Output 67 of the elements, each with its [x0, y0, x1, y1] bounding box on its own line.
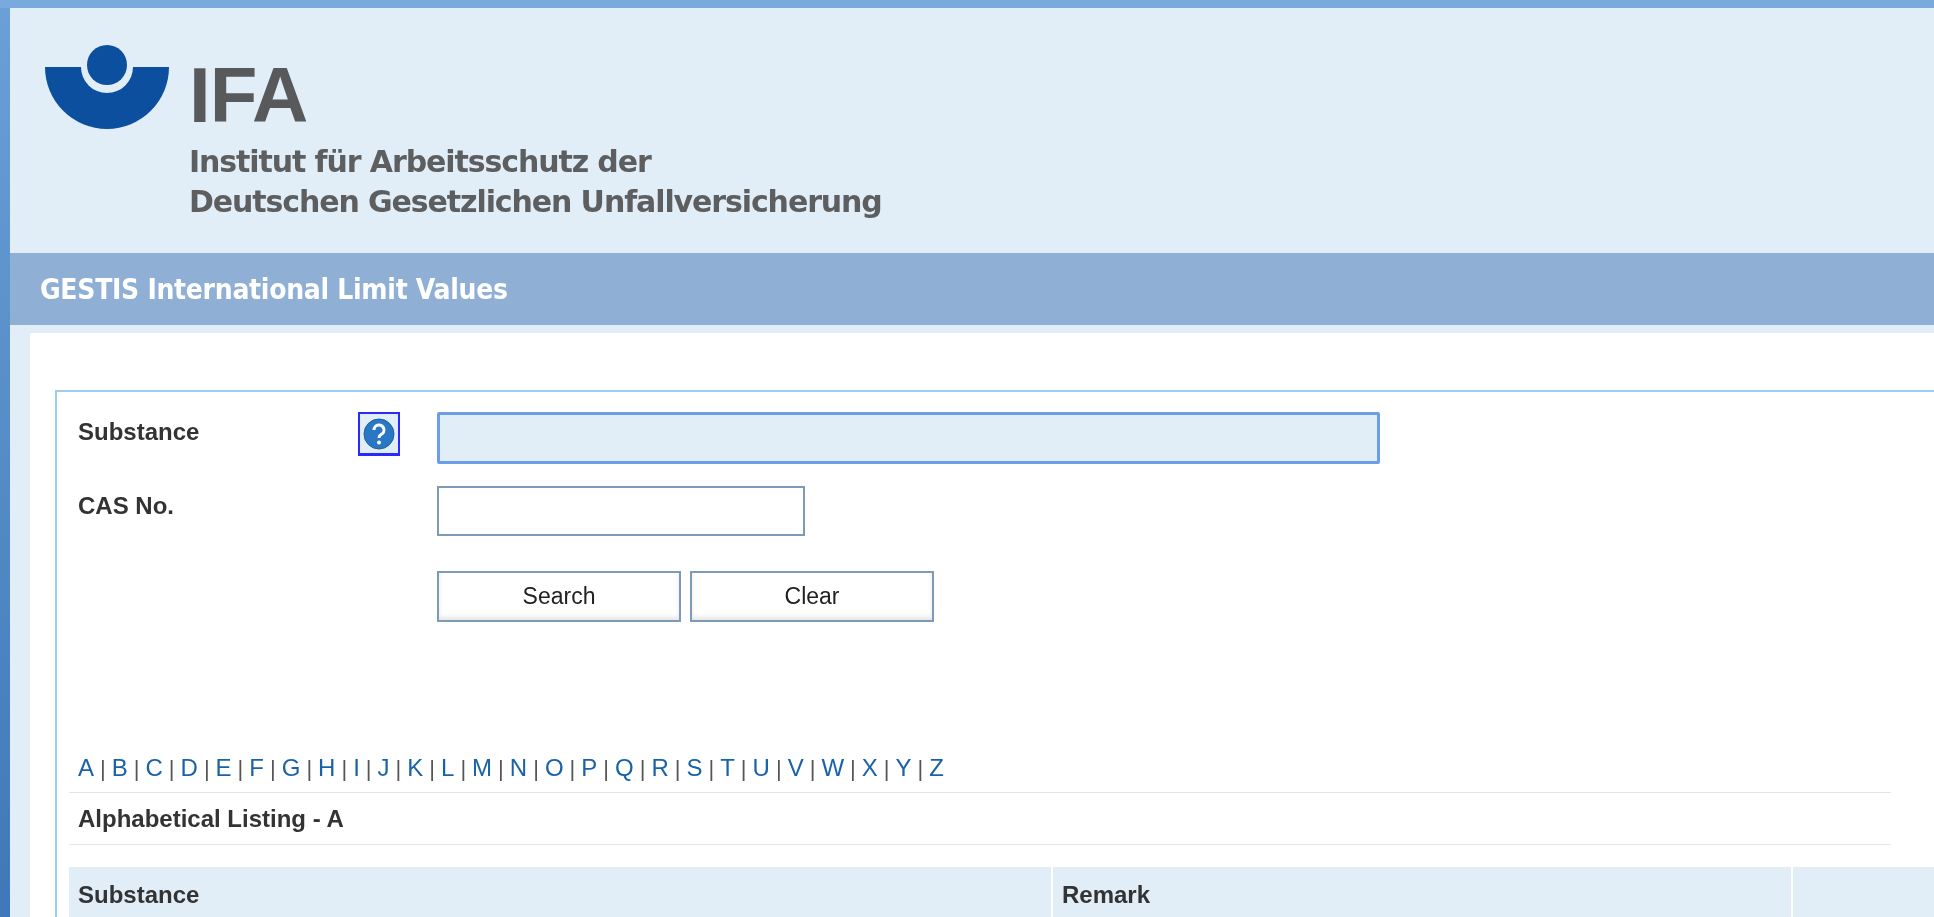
separator: | — [569, 756, 576, 782]
section-heading: Alphabetical Listing - A — [77, 803, 345, 834]
cas-number-input-field[interactable] — [437, 486, 805, 536]
separator: | — [270, 756, 276, 782]
field-label: Substance — [78, 417, 201, 446]
letter-link[interactable]: N — [509, 754, 528, 782]
letter-link[interactable]: R — [651, 754, 669, 782]
separator: | — [203, 756, 210, 782]
column-header: Remark — [1051, 867, 1791, 917]
letter-link[interactable]: Y — [895, 754, 912, 782]
separator: | — [708, 756, 715, 782]
letter-link[interactable]: F — [249, 754, 264, 782]
letter-link[interactable]: G — [281, 754, 301, 782]
logo-icon — [45, 45, 169, 132]
separator: | — [809, 756, 816, 782]
clear-button[interactable]: Clear — [690, 571, 934, 622]
logo-wordmark: IFA — [189, 56, 308, 134]
letter-link[interactable]: C — [145, 754, 163, 782]
letter-link[interactable]: S — [686, 754, 703, 782]
separator: | — [306, 756, 313, 782]
column-header: Substance — [77, 880, 201, 910]
letter-link[interactable]: B — [111, 754, 128, 782]
separator: | — [429, 756, 435, 782]
logo-subtitle: Institut für Arbeitsschutz der — [189, 143, 653, 181]
letter-link[interactable]: V — [787, 754, 804, 782]
separator: | — [639, 756, 646, 782]
letter-link[interactable]: T — [720, 754, 735, 782]
letter-link[interactable]: D — [180, 754, 198, 782]
separator: | — [740, 756, 747, 782]
letter-link[interactable]: O — [544, 754, 564, 782]
letter-link[interactable]: Q — [615, 754, 634, 782]
app-title: GESTIS International Limit Values — [40, 272, 508, 306]
separator: | — [365, 756, 372, 782]
logo-subtitle: Deutschen Gesetzlichen Unfallversicherung — [189, 183, 882, 221]
letter-link[interactable]: J — [377, 754, 390, 782]
letter-link[interactable]: L — [441, 754, 455, 782]
letter-link[interactable]: Z — [929, 754, 944, 782]
field-label: CAS No. — [78, 491, 175, 520]
letter-link[interactable]: P — [581, 754, 598, 782]
separator: | — [775, 756, 782, 782]
separator: | — [168, 756, 175, 782]
separator: | — [850, 756, 856, 782]
search-button[interactable]: Search — [437, 571, 681, 622]
letter-link[interactable]: M — [472, 754, 493, 782]
separator: | — [603, 756, 609, 782]
letter-link[interactable]: W — [821, 754, 845, 782]
separator: | — [133, 756, 140, 782]
letter-link[interactable]: K — [407, 754, 424, 782]
letter-link[interactable]: E — [215, 754, 232, 782]
letter-link[interactable]: A — [78, 754, 94, 782]
letter-link[interactable]: I — [353, 754, 360, 782]
letter-link[interactable]: U — [752, 754, 770, 782]
separator: | — [533, 756, 539, 782]
letter-link[interactable]: H — [318, 754, 336, 782]
help-button[interactable] — [358, 412, 400, 456]
separator: | — [341, 756, 348, 782]
separator: | — [395, 756, 402, 782]
separator: | — [498, 756, 504, 782]
separator: | — [674, 756, 681, 782]
separator: | — [237, 756, 244, 782]
separator: | — [883, 756, 890, 782]
separator: | — [460, 756, 467, 782]
separator: | — [100, 756, 106, 782]
substance-input-field[interactable] — [437, 412, 1380, 464]
help-icon — [363, 417, 395, 450]
letter-link[interactable]: X — [861, 754, 878, 782]
separator: | — [917, 756, 924, 782]
